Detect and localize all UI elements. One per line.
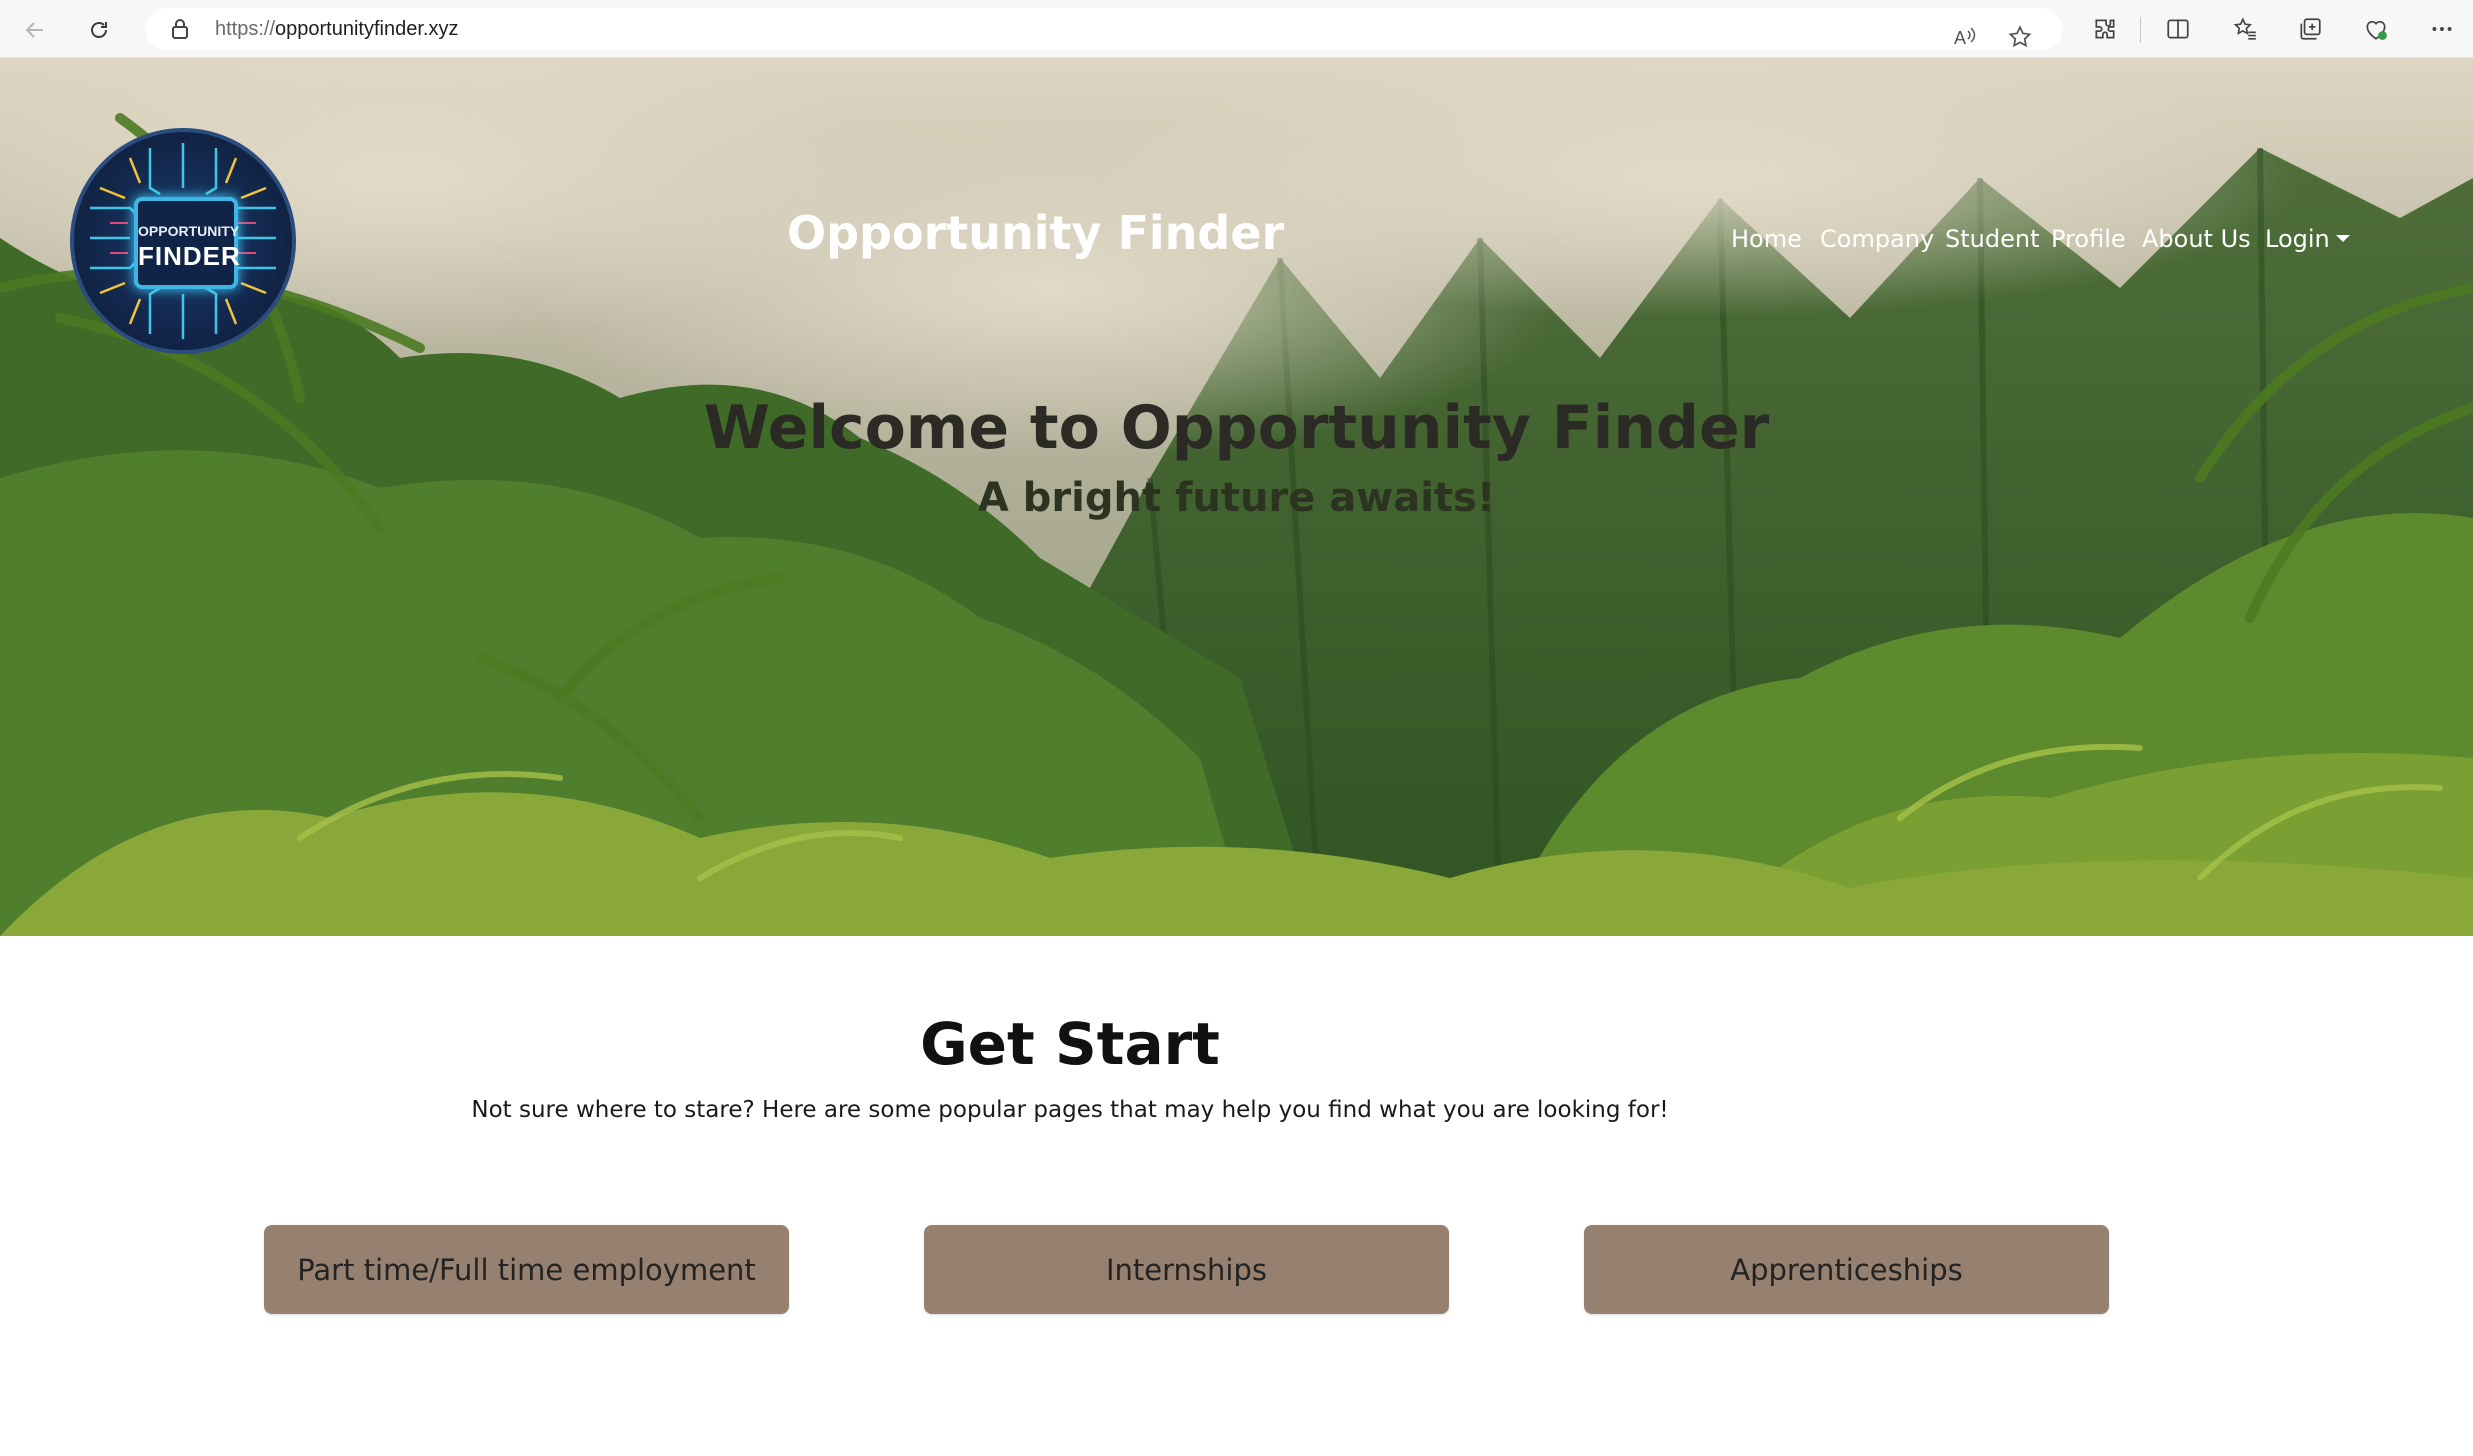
hero-heading: Welcome to Opportunity Finder: [703, 393, 1770, 463]
svg-text:A: A: [1954, 28, 1966, 48]
chevron-down-icon: [2335, 235, 2350, 242]
collections-icon[interactable]: [2295, 14, 2325, 44]
favorites-icon[interactable]: [2230, 14, 2260, 44]
section-description: Not sure where to stare? Here are some p…: [471, 1097, 1669, 1123]
nav-profile-link[interactable]: Profile: [2051, 225, 2126, 253]
internships-button[interactable]: Internships: [924, 1225, 1449, 1314]
address-bar[interactable]: https://opportunityfinder.xyz A: [145, 8, 2063, 50]
extensions-icon[interactable]: [2090, 14, 2120, 44]
nav-login-dropdown[interactable]: Login: [2265, 225, 2350, 253]
split-screen-icon[interactable]: [2163, 14, 2193, 44]
back-icon[interactable]: [18, 13, 52, 47]
main-nav: Home Company Student Profile About Us Lo…: [0, 225, 2473, 261]
url-protocol: https://: [215, 18, 276, 40]
toolbar-separator: [2140, 17, 2141, 43]
apprenticeships-button[interactable]: Apprenticeships: [1584, 1225, 2109, 1314]
url-text[interactable]: https://opportunityfinder.xyz: [215, 8, 458, 50]
refresh-icon[interactable]: [82, 13, 116, 47]
lock-icon[interactable]: [170, 18, 190, 44]
url-host: opportunityfinder.xyz: [275, 18, 459, 40]
more-icon[interactable]: [2427, 14, 2457, 44]
read-aloud-icon[interactable]: A: [1950, 22, 1980, 52]
hero-banner: OPPORTUNITY FINDER Opportunity Finder Ho…: [0, 58, 2473, 936]
hero-subheading: A bright future awaits!: [977, 475, 1496, 521]
section-title: Get Start: [920, 1010, 1220, 1078]
nav-company-link[interactable]: Company: [1820, 225, 1934, 253]
employment-button[interactable]: Part time/Full time employment: [264, 1225, 789, 1314]
nav-home-link[interactable]: Home: [1731, 225, 1802, 253]
browser-toolbar: https://opportunityfinder.xyz A: [0, 0, 2473, 58]
nav-about-us-link[interactable]: About Us: [2142, 225, 2251, 253]
browser-essentials-icon[interactable]: [2361, 14, 2391, 44]
favorite-star-icon[interactable]: [2005, 22, 2035, 52]
nav-login-label: Login: [2265, 225, 2330, 253]
nav-student-link[interactable]: Student: [1945, 225, 2039, 253]
